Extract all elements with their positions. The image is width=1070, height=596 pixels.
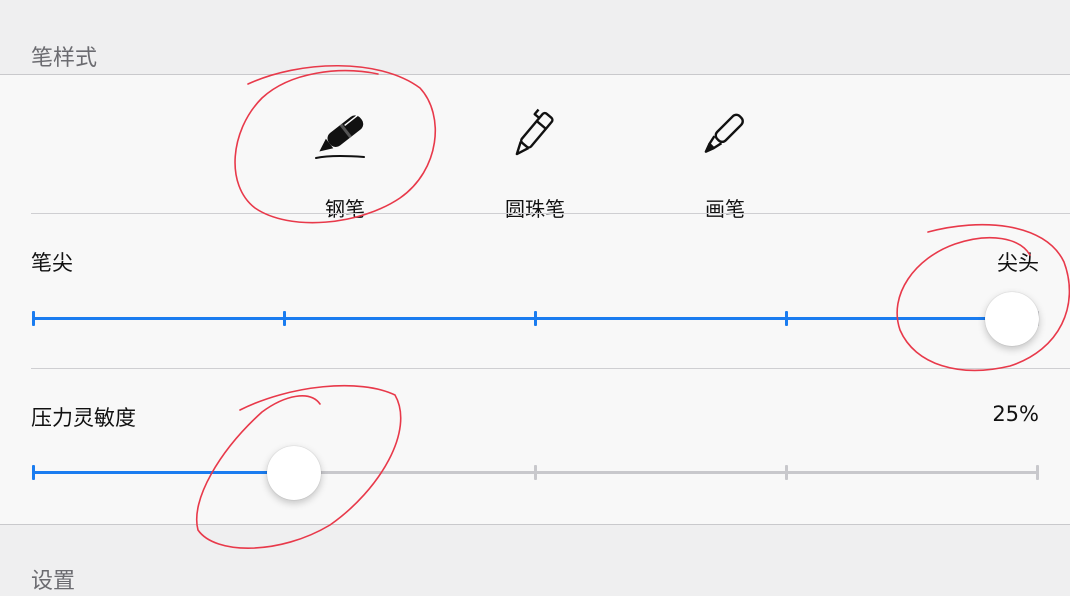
nib-slider-tick: [534, 311, 537, 326]
ballpoint-pen-icon: [515, 108, 554, 156]
nib-slider-tick: [32, 311, 35, 326]
divider: [31, 213, 1070, 214]
fountain-pen-icon: [315, 114, 365, 159]
pressure-slider-tick: [534, 465, 537, 480]
pressure-slider-tick: [1036, 465, 1039, 480]
marker-pen-icon: [704, 113, 744, 153]
pressure-slider-fill: [33, 471, 295, 474]
nib-label: 笔尖: [31, 251, 73, 275]
pressure-label: 压力灵敏度: [31, 406, 136, 430]
pressure-slider-thumb[interactable]: [267, 446, 322, 500]
pen-option-label: 钢笔: [325, 197, 365, 221]
nib-value: 尖头: [997, 251, 1039, 275]
pen-style-panel: 钢笔 圆珠笔 画笔 笔尖 尖头 压力灵敏度 25%: [0, 74, 1070, 525]
section-header-pen-style: 笔样式: [31, 46, 98, 71]
pressure-value: 25%: [992, 402, 1039, 426]
pen-option-ballpoint[interactable]: 圆珠笔: [470, 93, 600, 221]
pen-option-marker[interactable]: 画笔: [660, 93, 790, 221]
nib-slider-thumb[interactable]: [984, 292, 1039, 346]
pen-option-label: 圆珠笔: [505, 197, 565, 221]
nib-slider-fill: [33, 317, 1012, 320]
divider: [31, 368, 1070, 369]
pressure-slider-tick: [32, 465, 35, 480]
pen-option-label: 画笔: [705, 197, 745, 221]
nib-slider[interactable]: [32, 288, 1039, 348]
section-header-settings: 设置: [31, 569, 76, 594]
nib-slider-tick: [283, 311, 286, 326]
pressure-slider[interactable]: [32, 442, 1039, 502]
pressure-slider-tick: [785, 465, 788, 480]
nib-slider-tick: [785, 311, 788, 326]
pen-option-fountain[interactable]: 钢笔: [280, 93, 410, 221]
